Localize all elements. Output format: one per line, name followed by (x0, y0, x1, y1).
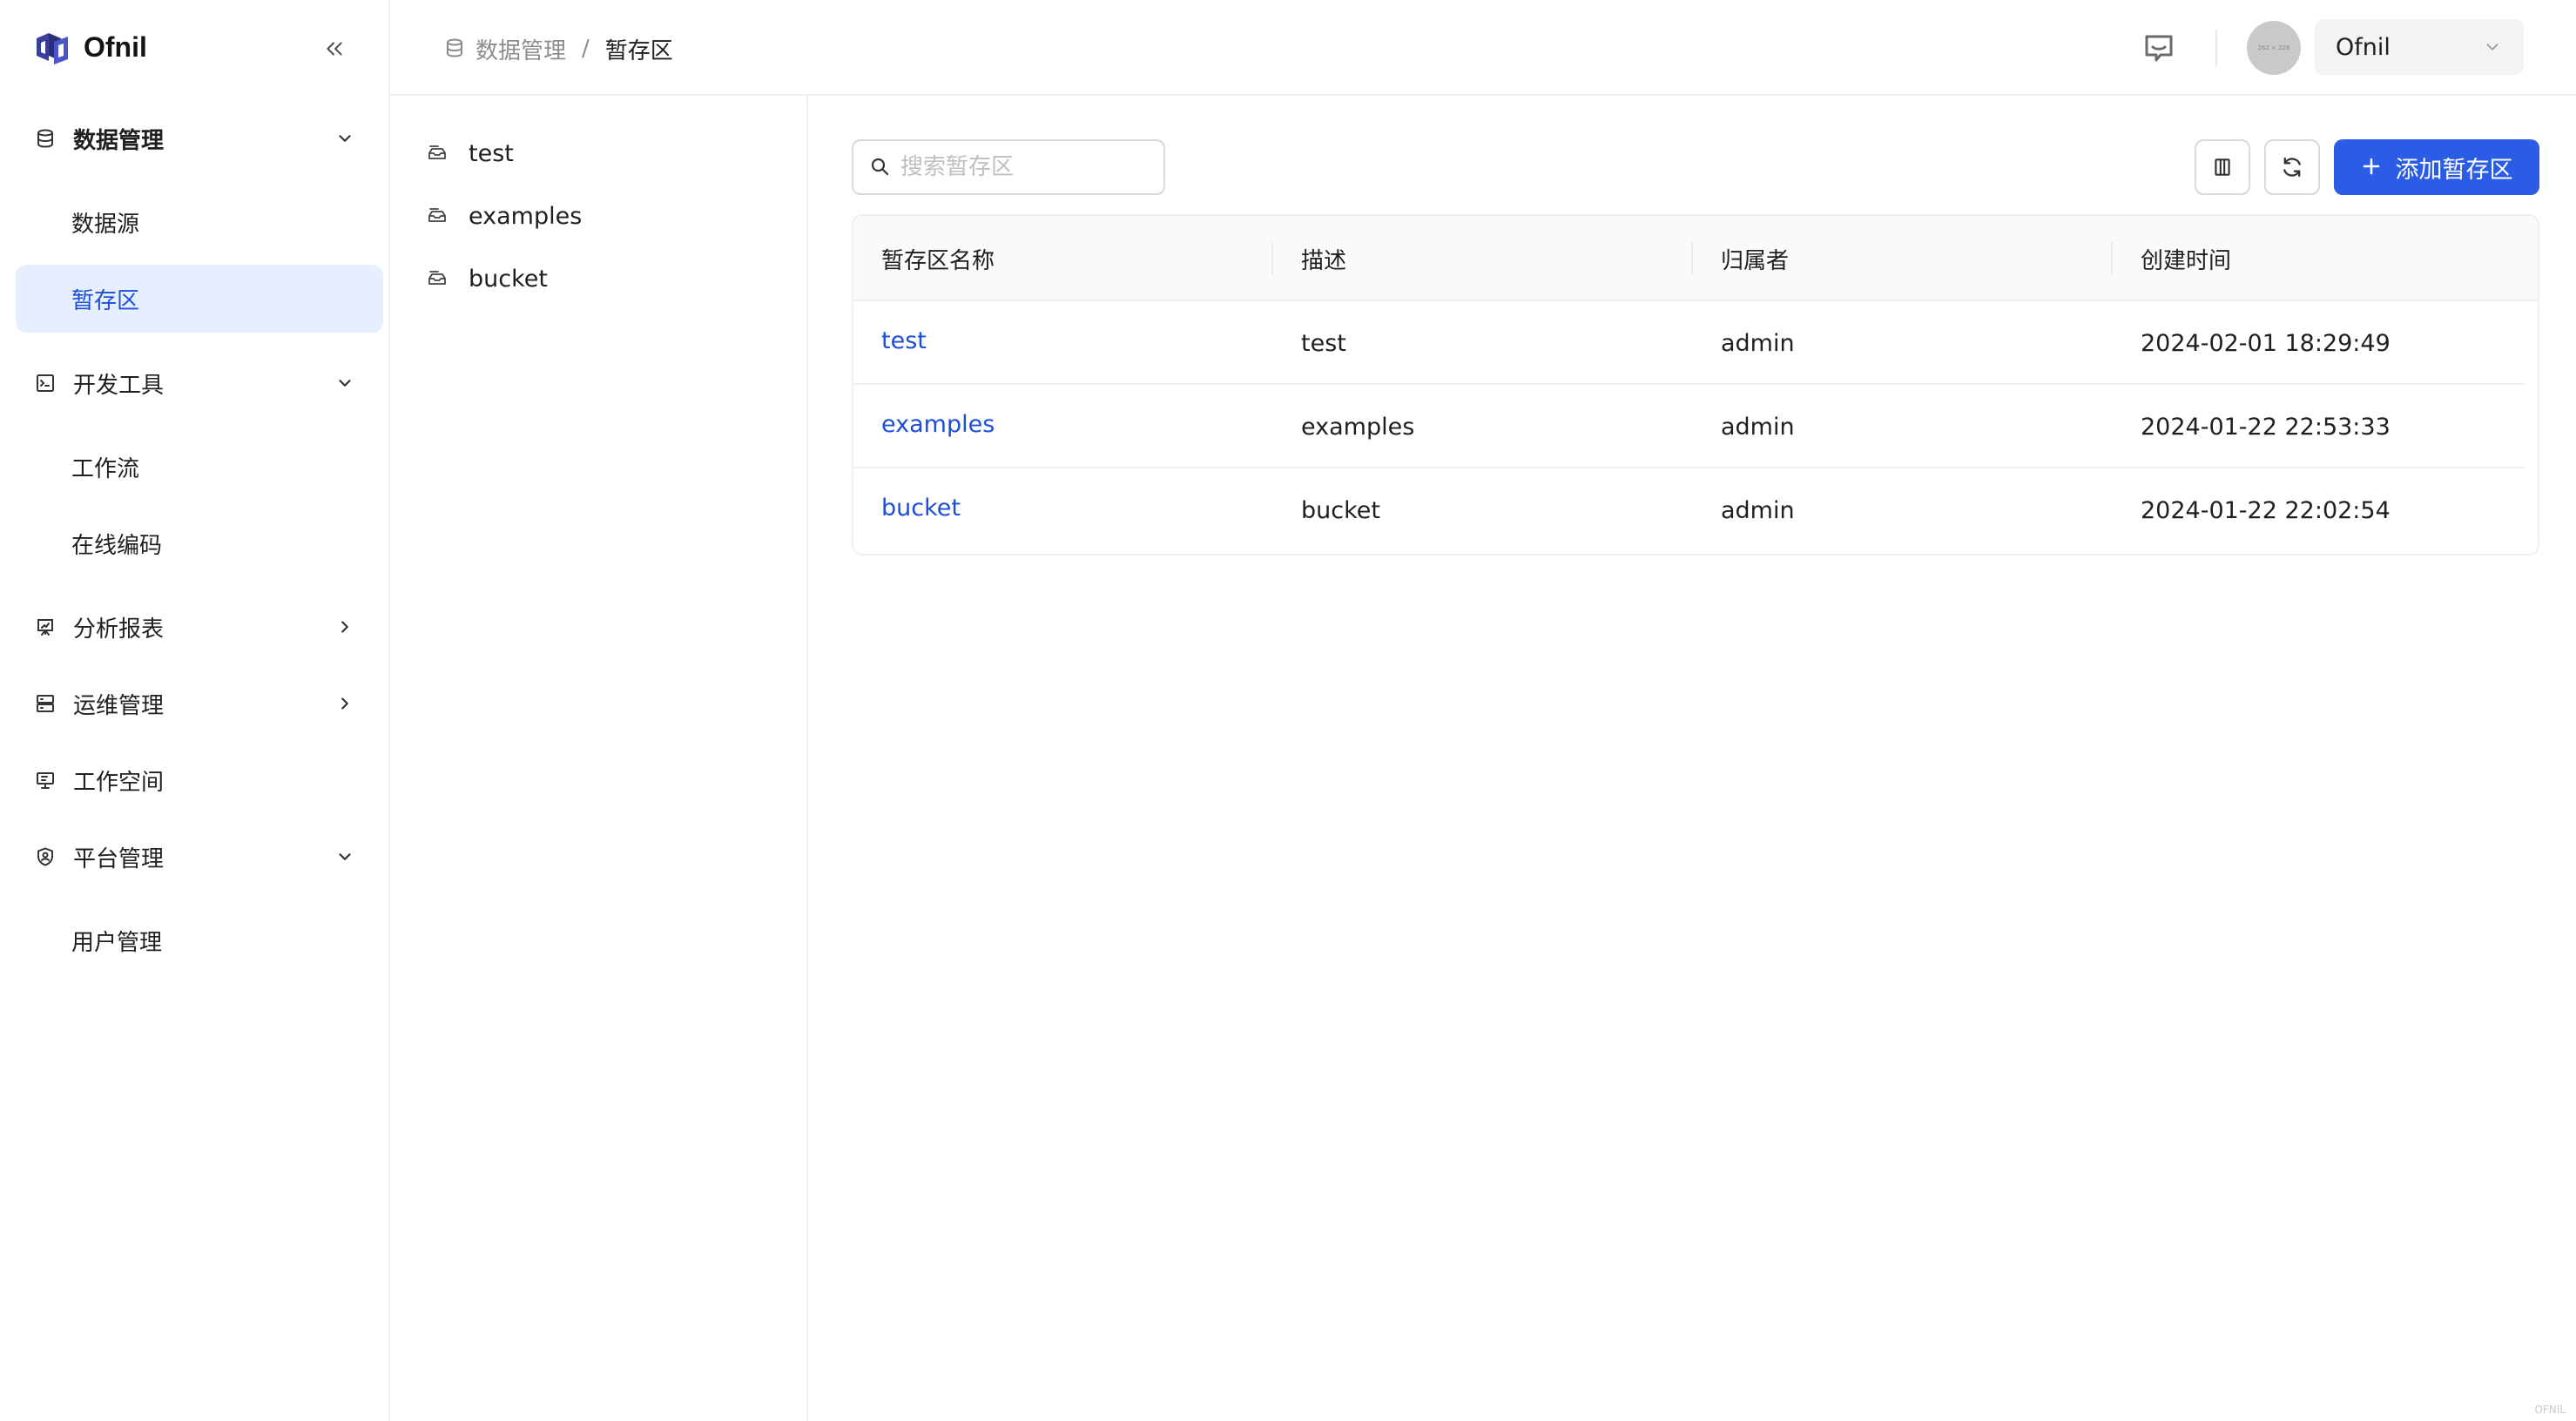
table-cell-created-time: 2024-02-01 18:29:49 (2141, 329, 2391, 357)
staging-area-name-link[interactable]: bucket (881, 466, 961, 549)
add-staging-area-button[interactable]: 添加暂存区 (2334, 139, 2539, 195)
inbox-icon (427, 205, 449, 227)
feedback-button[interactable] (2139, 28, 2179, 68)
bucket-name: examples (469, 202, 583, 230)
bucket-name: bucket (469, 265, 548, 293)
shield-icon (33, 845, 57, 869)
database-icon (33, 126, 57, 151)
table-row: bucket bucket admin 2024-01-22 22:02:54 (853, 468, 2525, 552)
bucket-list-panel: test examples bucket (390, 96, 808, 1421)
column-header-created-time[interactable]: 创建时间 (2141, 216, 2231, 301)
chevron-down-icon (333, 371, 357, 395)
breadcrumb-label: 数据管理 (475, 37, 567, 64)
table-cell-description: examples (1301, 413, 1415, 441)
menu-group-label: 数据管理 (73, 127, 165, 154)
menu-group-platform-management[interactable]: 平台管理 (16, 823, 383, 891)
menu-item-workspace[interactable]: 工作空间 (16, 746, 383, 814)
refresh-button[interactable] (2264, 139, 2320, 195)
menu-group-analytics-reports[interactable]: 分析报表 (16, 593, 383, 661)
chevron-down-icon (333, 845, 357, 869)
main-content: 添加暂存区 暂存区名称 描述 归属者 创建时间 test test admin … (810, 96, 2576, 1421)
menu-group-label: 工作空间 (73, 769, 165, 796)
sidebar-item-staging-area[interactable]: 暂存区 (16, 265, 383, 333)
menu-group-dev-tools[interactable]: 开发工具 (16, 349, 383, 417)
search-box[interactable] (852, 139, 1165, 195)
inbox-icon (427, 267, 449, 290)
menu-group-data-management[interactable]: 数据管理 (16, 104, 383, 172)
staging-area-name-link[interactable]: test (881, 299, 927, 382)
table-cell-created-time: 2024-01-22 22:02:54 (2141, 496, 2391, 524)
column-settings-button[interactable] (2195, 139, 2250, 195)
database-icon (444, 37, 467, 60)
server-icon (33, 691, 57, 716)
chevron-down-icon (2480, 35, 2505, 59)
sidebar-item-datasource[interactable]: 数据源 (16, 188, 383, 256)
column-divider (1271, 242, 1273, 275)
app-window: Ofnil 数据管理 数据源 暂存区 开发工具 工作流 在线编码 分析报表 运维… (0, 0, 2576, 1421)
table-cell-description: test (1301, 329, 1346, 357)
brand-name: Ofnil (84, 30, 147, 63)
message-icon (2145, 35, 2173, 62)
column-header-owner[interactable]: 归属者 (1721, 216, 1789, 301)
table-cell-owner: admin (1721, 496, 1795, 524)
refresh-icon (2283, 157, 2301, 178)
user-name: Ofnil (2336, 33, 2391, 61)
table-cell-created-time: 2024-01-22 22:53:33 (2141, 413, 2391, 441)
presentation-chart-icon (33, 615, 57, 639)
double-chevron-left-icon (327, 42, 342, 56)
top-header: 数据管理 / 暂存区 262 × 228 Ofnil (390, 0, 2576, 96)
bucket-list-item[interactable]: test (427, 131, 514, 176)
sidebar-item-workflow[interactable]: 工作流 (16, 433, 383, 501)
user-select[interactable]: Ofnil (2315, 19, 2524, 75)
menu-group-label: 开发工具 (73, 372, 165, 399)
column-header-description[interactable]: 描述 (1301, 216, 1346, 301)
menu-group-label: 运维管理 (73, 692, 165, 719)
search-icon (869, 156, 892, 178)
avatar-placeholder-text: 262 × 228 (2257, 44, 2290, 51)
plus-icon (2361, 156, 2384, 178)
header-divider (2215, 30, 2217, 66)
bucket-list-item[interactable]: examples (427, 193, 582, 239)
menu-group-ops-management[interactable]: 运维管理 (16, 670, 383, 737)
menu-group-label: 平台管理 (73, 845, 165, 872)
inbox-icon (427, 142, 449, 165)
ofnil-logo-icon (37, 33, 68, 64)
menu-group-label: 分析报表 (73, 616, 165, 643)
column-divider (2111, 242, 2113, 275)
chevron-right-icon (333, 615, 357, 639)
search-input[interactable] (900, 154, 1153, 180)
table-cell-owner: admin (1721, 413, 1795, 441)
breadcrumb-item-data-management[interactable]: 数据管理 (444, 33, 566, 65)
breadcrumb-separator: / (582, 36, 590, 62)
monitor-icon (33, 768, 57, 792)
table-cell-owner: admin (1721, 329, 1795, 357)
brand[interactable]: Ofnil (31, 26, 147, 68)
bucket-list-item[interactable]: bucket (427, 256, 548, 301)
columns-icon (2215, 158, 2230, 176)
sidebar-item-user-management[interactable]: 用户管理 (16, 906, 383, 974)
table-row: test test admin 2024-02-01 18:29:49 (853, 301, 2525, 385)
bucket-name: test (469, 139, 514, 167)
table-row: examples examples admin 2024-01-22 22:53… (853, 385, 2525, 468)
collapse-sidebar-button[interactable] (317, 31, 352, 66)
table-cell-description: bucket (1301, 496, 1380, 524)
staging-area-name-link[interactable]: examples (881, 382, 995, 466)
breadcrumb-current: 暂存区 (604, 37, 673, 64)
chevron-right-icon (333, 691, 357, 716)
sidebar-item-online-coding[interactable]: 在线编码 (16, 509, 383, 577)
terminal-icon (33, 371, 57, 395)
breadcrumb: 数据管理 / 暂存区 (444, 31, 673, 66)
avatar[interactable]: 262 × 228 (2247, 21, 2301, 75)
table-header: 暂存区名称 描述 归属者 创建时间 (853, 216, 2538, 301)
column-divider (1691, 242, 1693, 275)
watermark: OFNIL (2534, 1404, 2566, 1416)
staging-area-table: 暂存区名称 描述 归属者 创建时间 test test admin 2024-0… (852, 214, 2539, 556)
add-button-label: 添加暂存区 (2395, 156, 2513, 184)
sidebar: Ofnil 数据管理 数据源 暂存区 开发工具 工作流 在线编码 分析报表 运维… (0, 0, 390, 1421)
column-header-name[interactable]: 暂存区名称 (881, 216, 995, 301)
chevron-down-icon (333, 126, 357, 151)
